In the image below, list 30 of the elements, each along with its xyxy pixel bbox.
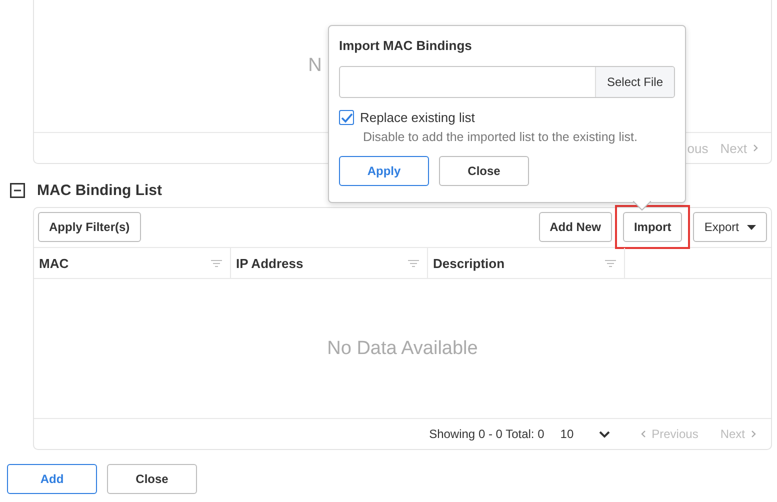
filter-icon[interactable] — [408, 260, 419, 266]
empty-message: N — [308, 55, 322, 77]
popover-button[interactable]: Close — [439, 156, 529, 186]
chevron-right-icon — [753, 144, 759, 152]
checkbox-label: Replace existing list — [360, 110, 475, 125]
dropdown-button[interactable]: Export — [693, 212, 767, 242]
file-input[interactable]: Select File — [339, 66, 675, 98]
filter-icon[interactable] — [605, 260, 616, 266]
action-button[interactable]: Add — [7, 464, 97, 494]
empty-message: No Data Available — [327, 338, 478, 360]
apply-filters-button[interactable]: Apply Filter(s) — [38, 212, 141, 242]
page-size-select[interactable]: 10 — [560, 427, 610, 441]
popover-button[interactable]: Apply — [339, 156, 429, 186]
caret-icon — [747, 224, 756, 230]
column-header[interactable]: Description — [433, 256, 505, 270]
chevron-right-icon — [751, 430, 757, 438]
chevron-left-icon — [640, 430, 646, 438]
section-title: MAC Binding List — [37, 182, 162, 199]
action-button[interactable]: Close — [107, 464, 197, 494]
column-header[interactable]: MAC — [39, 256, 69, 270]
column-header[interactable]: IP Address — [236, 256, 304, 270]
collapse-icon[interactable] — [10, 183, 25, 198]
hint-text: Disable to add the imported list to the existing list. — [363, 130, 638, 144]
filter-icon[interactable] — [211, 260, 222, 266]
checkbox[interactable] — [339, 110, 354, 125]
popover-title: Import MAC Bindings — [339, 38, 473, 53]
select-file-button[interactable]: Select File — [594, 67, 674, 97]
toolbar-button[interactable]: Add New — [538, 212, 612, 242]
chevron-down-icon — [598, 430, 610, 438]
pagination-summary: Showing 0 - 0 Total: 0 — [429, 427, 544, 441]
